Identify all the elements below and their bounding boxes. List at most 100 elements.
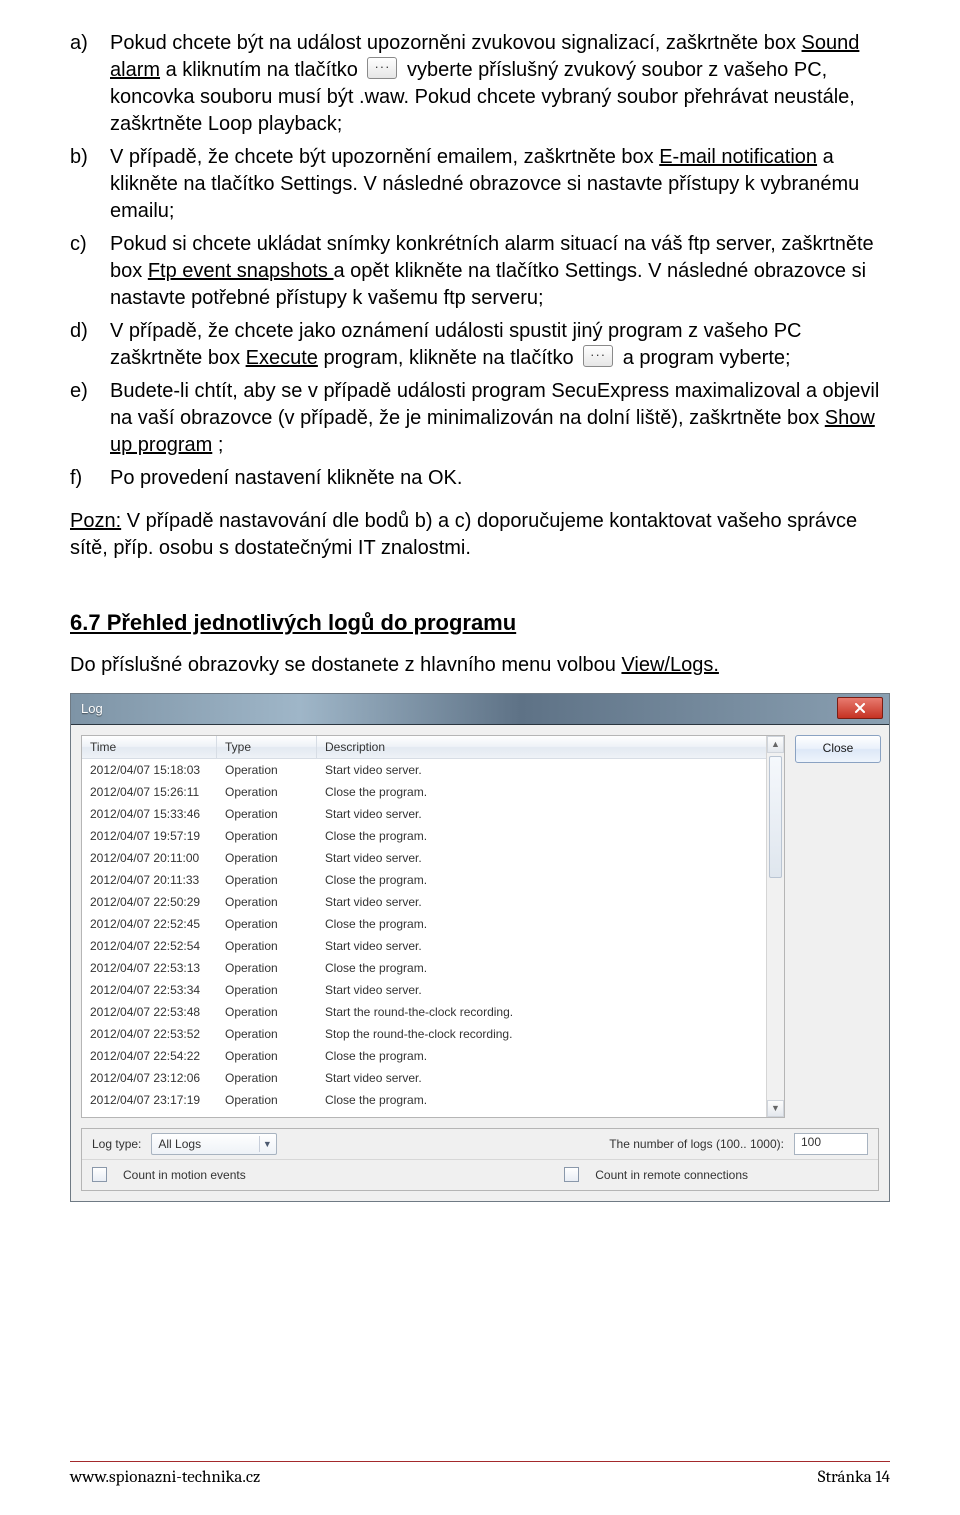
list-marker: d) <box>70 318 110 372</box>
table-row[interactable]: 2012/04/07 15:18:03OperationStart video … <box>82 759 766 781</box>
count-remote-checkbox[interactable] <box>564 1167 579 1182</box>
execute-ref: Execute <box>246 347 318 369</box>
section-heading: 6.7 Přehled jednotlivých logů do program… <box>70 608 890 638</box>
browse-icon: ··· <box>367 57 397 79</box>
log-grid: Time Type Description 2012/04/07 15:18:0… <box>81 735 785 1118</box>
table-row[interactable]: 2012/04/07 22:53:13OperationClose the pr… <box>82 957 766 979</box>
num-logs-label: The number of logs (100.. 1000): <box>609 1136 784 1152</box>
count-motion-checkbox[interactable] <box>92 1167 107 1182</box>
list-marker: c) <box>70 231 110 312</box>
cell-description: Start video server. <box>317 1070 766 1089</box>
table-row[interactable]: 2012/04/07 23:12:06OperationStart video … <box>82 1067 766 1089</box>
list-marker: e) <box>70 378 110 459</box>
close-button[interactable]: Close <box>795 735 881 763</box>
cell-type: Operation <box>217 784 317 803</box>
cell-description: Start video server. <box>317 982 766 1001</box>
table-row[interactable]: 2012/04/07 22:54:22OperationClose the pr… <box>82 1045 766 1067</box>
table-row[interactable]: 2012/04/07 20:11:00OperationStart video … <box>82 847 766 869</box>
note-text: V případě nastavování dle bodů b) a c) d… <box>70 510 857 559</box>
table-row[interactable]: 2012/04/07 22:53:52OperationStop the rou… <box>82 1023 766 1045</box>
note-paragraph: Pozn: V případě nastavování dle bodů b) … <box>70 508 890 562</box>
cell-type: Operation <box>217 1092 317 1111</box>
menu-ref: View/Logs. <box>621 654 718 676</box>
cell-description: Close the program. <box>317 1092 766 1111</box>
body-text: a program vyberte; <box>623 347 791 369</box>
titlebar[interactable]: Log <box>71 694 889 725</box>
cell-description: Close the program. <box>317 1048 766 1067</box>
col-time[interactable]: Time <box>82 736 217 758</box>
prelog-paragraph: Do příslušné obrazovky se dostanete z hl… <box>70 652 890 679</box>
list-marker: b) <box>70 144 110 225</box>
table-row[interactable]: 2012/04/07 23:17:19OperationClose the pr… <box>82 1089 766 1111</box>
body-text: program, klikněte na tlačítko <box>323 347 579 369</box>
cell-time: 2012/04/07 22:53:13 <box>82 960 217 979</box>
cell-time: 2012/04/07 22:52:45 <box>82 916 217 935</box>
cell-description: Close the program. <box>317 828 766 847</box>
cell-type: Operation <box>217 762 317 781</box>
col-type[interactable]: Type <box>217 736 317 758</box>
cell-type: Operation <box>217 982 317 1001</box>
list-marker: f) <box>70 465 110 492</box>
table-row[interactable]: 2012/04/07 15:33:46OperationStart video … <box>82 803 766 825</box>
log-type-select[interactable]: All Logs ▼ <box>151 1133 277 1155</box>
cell-time: 2012/04/07 15:26:11 <box>82 784 217 803</box>
cell-description: Close the program. <box>317 960 766 979</box>
list-item: Pokud si chcete ukládat snímky konkrétní… <box>110 231 890 312</box>
cell-time: 2012/04/07 22:53:34 <box>82 982 217 1001</box>
scroll-up-icon[interactable]: ▲ <box>767 736 784 753</box>
cell-description: Stop the round-the-clock recording. <box>317 1026 766 1045</box>
cell-time: 2012/04/07 22:54:22 <box>82 1048 217 1067</box>
table-row[interactable]: 2012/04/07 22:52:54OperationStart video … <box>82 935 766 957</box>
table-row[interactable]: 2012/04/07 22:50:29OperationStart video … <box>82 891 766 913</box>
scrollbar[interactable]: ▲ ▼ <box>766 736 784 1117</box>
window-title: Log <box>81 700 103 718</box>
cell-type: Operation <box>217 1048 317 1067</box>
chevron-down-icon: ▼ <box>259 1136 274 1152</box>
log-type-label: Log type: <box>92 1136 141 1152</box>
log-footer: Log type: All Logs ▼ The number of logs … <box>81 1128 879 1191</box>
cell-type: Operation <box>217 916 317 935</box>
cell-description: Close the program. <box>317 916 766 935</box>
table-row[interactable]: 2012/04/07 15:26:11OperationClose the pr… <box>82 781 766 803</box>
cell-type: Operation <box>217 850 317 869</box>
body-text: Po provedení nastavení klikněte na OK. <box>110 467 462 489</box>
cell-time: 2012/04/07 15:33:46 <box>82 806 217 825</box>
cell-time: 2012/04/07 23:12:06 <box>82 1070 217 1089</box>
close-icon[interactable] <box>837 697 883 719</box>
table-row[interactable]: 2012/04/07 22:52:45OperationClose the pr… <box>82 913 766 935</box>
email-notification-ref: E-mail notification <box>659 146 817 168</box>
table-row[interactable]: 2012/04/07 19:57:19OperationClose the pr… <box>82 825 766 847</box>
num-logs-input[interactable]: 100 <box>794 1133 868 1155</box>
table-row[interactable]: 2012/04/07 22:53:34OperationStart video … <box>82 979 766 1001</box>
page-footer: www.spionazni-technika.cz Stránka 14 <box>70 1461 890 1487</box>
count-remote-label: Count in remote connections <box>595 1167 748 1183</box>
table-row[interactable]: 2012/04/07 20:11:33OperationClose the pr… <box>82 869 766 891</box>
table-row[interactable]: 2012/04/07 22:53:48OperationStart the ro… <box>82 1001 766 1023</box>
log-window: Log Time Type Description <box>70 693 890 1202</box>
scroll-down-icon[interactable]: ▼ <box>767 1100 784 1117</box>
body-text: a kliknutím na tlačítko <box>166 59 364 81</box>
body-text: V případě, že chcete být upozornění emai… <box>110 146 659 168</box>
cell-time: 2012/04/07 22:53:48 <box>82 1004 217 1023</box>
body-text: Pokud chcete být na událost upozorněni z… <box>110 32 802 54</box>
cell-type: Operation <box>217 872 317 891</box>
document-body: a) Pokud chcete být na událost upozorněn… <box>70 30 890 1202</box>
cell-time: 2012/04/07 15:18:03 <box>82 762 217 781</box>
cell-type: Operation <box>217 894 317 913</box>
body-text: ; <box>218 434 224 456</box>
log-type-value: All Logs <box>158 1136 201 1152</box>
cell-description: Start video server. <box>317 938 766 957</box>
cell-time: 2012/04/07 23:17:19 <box>82 1092 217 1111</box>
grid-body[interactable]: 2012/04/07 15:18:03OperationStart video … <box>82 759 766 1117</box>
footer-url: www.spionazni-technika.cz <box>70 1468 260 1487</box>
list-item: Pokud chcete být na událost upozorněni z… <box>110 30 890 138</box>
list-item: Po provedení nastavení klikněte na OK. <box>110 465 890 492</box>
cell-description: Start the round-the-clock recording. <box>317 1004 766 1023</box>
col-description[interactable]: Description <box>317 736 766 758</box>
browse-icon: ··· <box>583 345 613 367</box>
cell-time: 2012/04/07 19:57:19 <box>82 828 217 847</box>
scroll-thumb[interactable] <box>769 756 782 878</box>
ftp-snapshots-ref: Ftp event snapshots <box>148 260 334 282</box>
cell-type: Operation <box>217 806 317 825</box>
cell-type: Operation <box>217 1004 317 1023</box>
